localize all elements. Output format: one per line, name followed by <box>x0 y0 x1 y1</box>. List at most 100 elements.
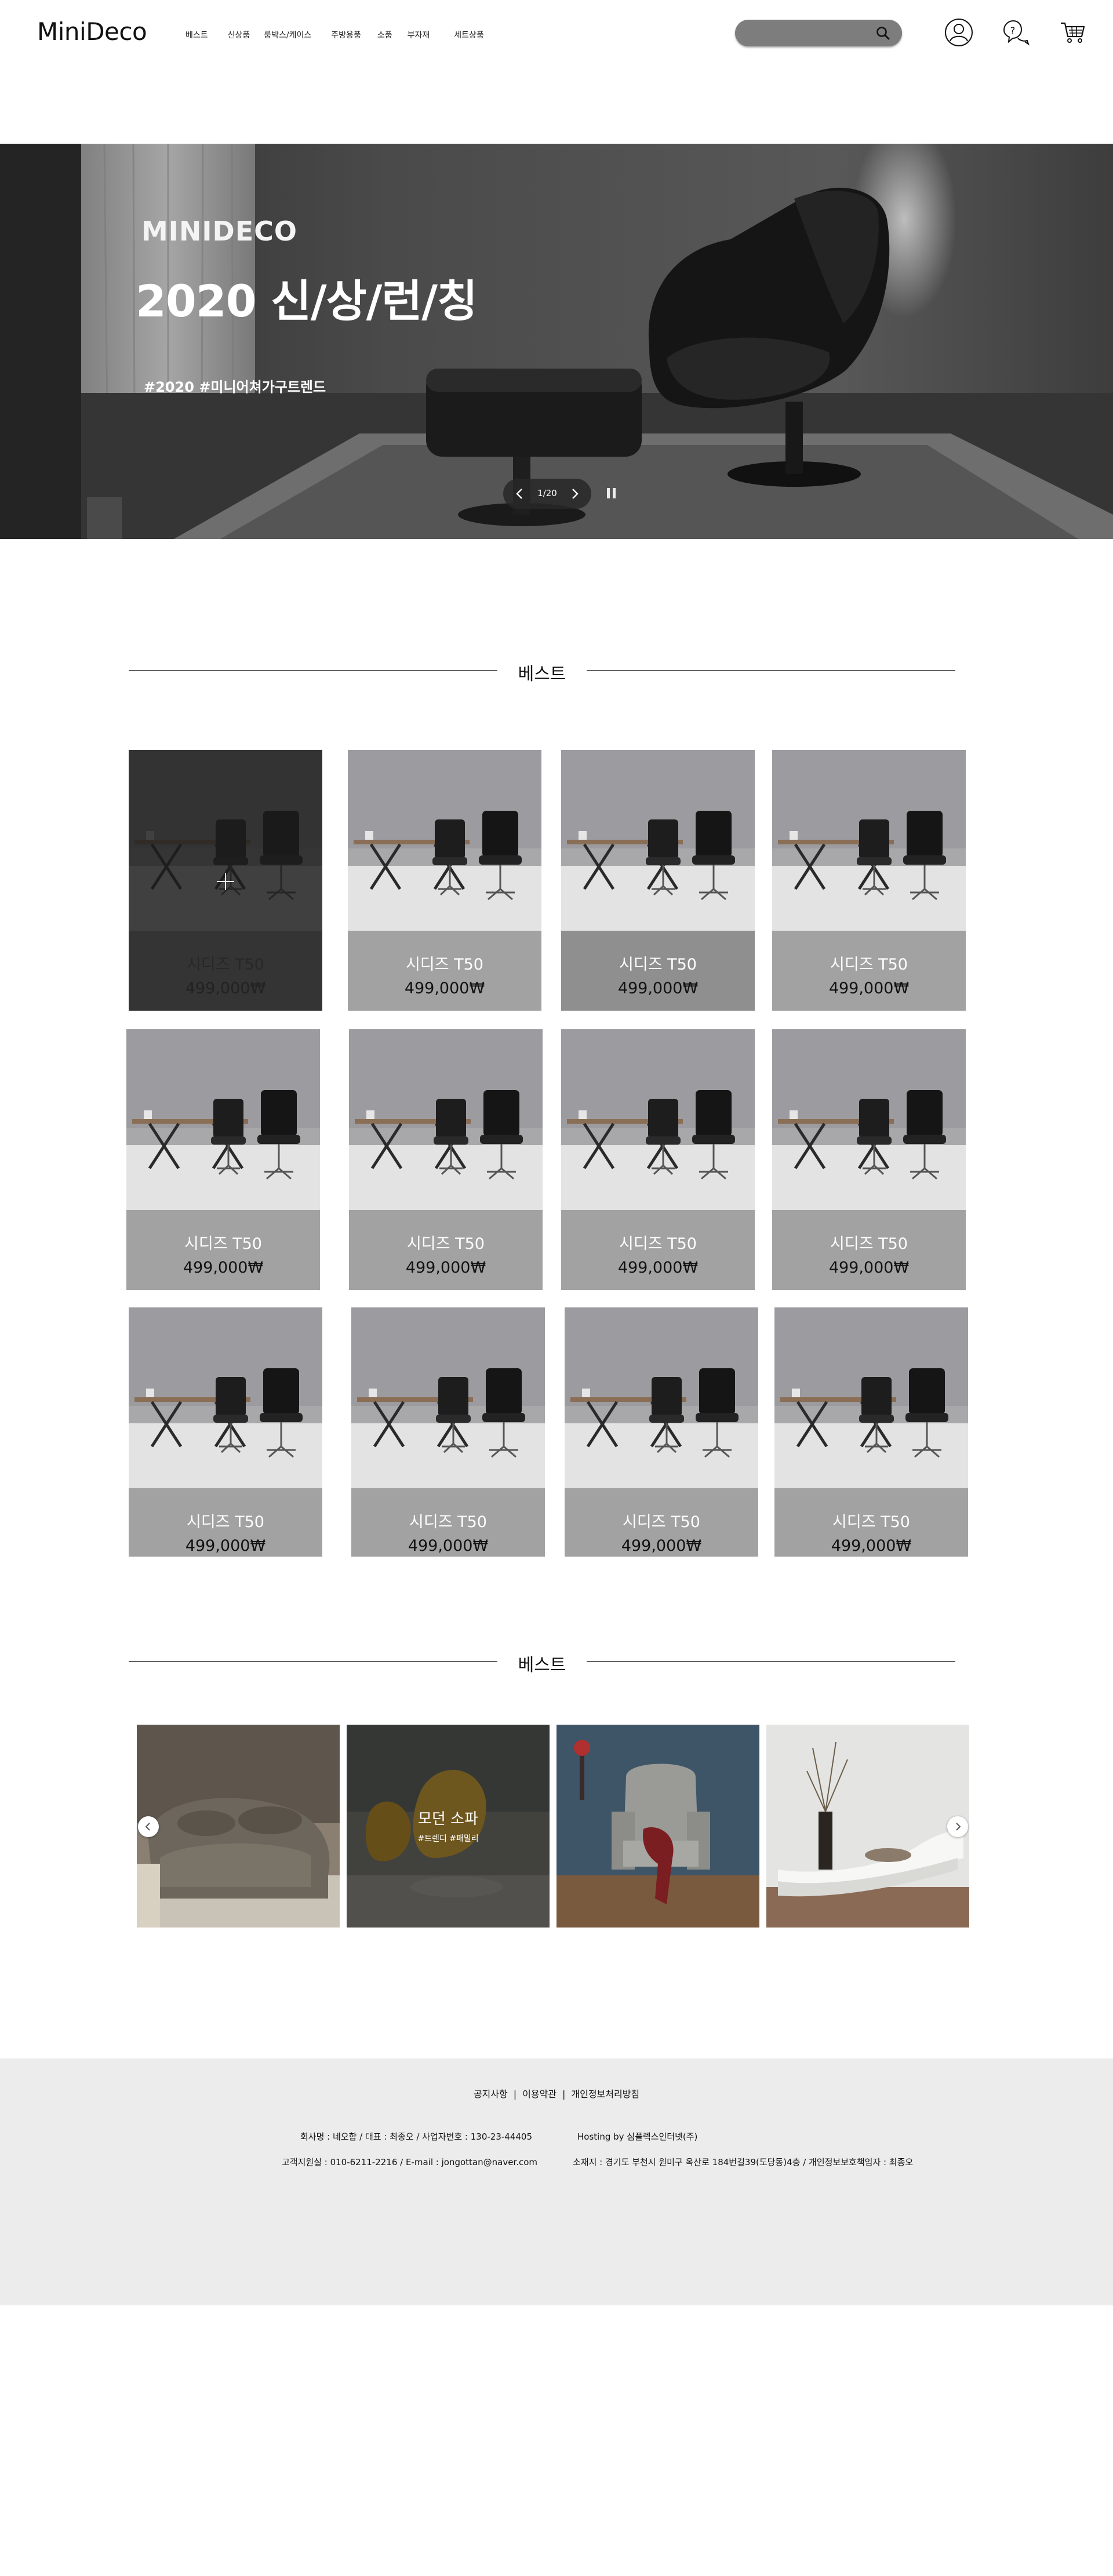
carousel-tile[interactable]: 모던 소파 #트렌디 #패밀리 <box>347 1725 550 1928</box>
product-price: 499,000₩ <box>405 1259 486 1277</box>
product-card[interactable]: 시디즈 T50 499,000₩ <box>561 750 755 1011</box>
search-bar <box>735 20 902 46</box>
office-chairs-image <box>772 1029 966 1210</box>
footer-link-privacy[interactable]: 개인정보처리방침 <box>571 2089 639 2100</box>
hero-tags: #2020 #미니어쳐가구트렌드 <box>144 379 326 395</box>
office-chairs-image <box>349 1029 543 1210</box>
carousel-next-button[interactable] <box>947 1816 968 1837</box>
product-info: 시디즈 T50 499,000₩ <box>772 931 966 1011</box>
nav-best[interactable]: 베스트 <box>186 29 208 41</box>
divider <box>587 1661 955 1662</box>
tile-title: 모던 소파 <box>418 1810 478 1828</box>
footer-link-notice[interactable]: 공지사항 <box>474 2089 508 2100</box>
nav-kitchen[interactable]: 주방용품 <box>331 29 361 41</box>
nav-sets[interactable]: 세트상품 <box>454 29 484 41</box>
footer-link-terms[interactable]: 이용약관 <box>522 2089 556 2100</box>
tile-tags: #트렌디 #패밀리 <box>417 1834 479 1843</box>
office-chairs-image <box>561 750 755 931</box>
hero-banner: MINIDECO 2020 신/상/런/칭 #2020 #미니어쳐가구트렌드 1… <box>0 144 1113 539</box>
divider <box>587 670 955 671</box>
divider <box>129 670 497 671</box>
hero-title: 2020 신/상/런/칭 <box>136 275 478 327</box>
product-card[interactable]: 시디즈 T50 499,000₩ <box>772 750 966 1011</box>
product-price: 499,000₩ <box>828 1259 910 1277</box>
footer-address: 소재지 : 경기도 부천시 원미구 옥산로 184번길39(도당동)4층 / 개… <box>573 2157 914 2167</box>
divider <box>129 1661 497 1662</box>
wingback-chair-image <box>556 1725 759 1928</box>
sofa-armchair-image <box>137 1725 340 1928</box>
product-card[interactable]: 시디즈 T50 499,000₩ <box>348 750 541 1011</box>
carousel-tile[interactable] <box>556 1725 759 1928</box>
product-name: 시디즈 T50 <box>409 1513 487 1531</box>
product-card[interactable]: 시디즈 T50499,000₩ <box>772 1029 966 1290</box>
product-name: 시디즈 T50 <box>619 956 697 974</box>
nav-materials[interactable]: 부자재 <box>408 29 430 41</box>
product-name: 시디즈 T50 <box>406 956 483 974</box>
product-price: 499,000₩ <box>408 1537 489 1555</box>
chevron-left-icon <box>145 1823 150 1831</box>
office-chairs-image <box>774 1307 968 1488</box>
product-price: 499,000₩ <box>828 979 910 997</box>
office-chairs-image <box>351 1307 545 1488</box>
product-name: 시디즈 T50 <box>832 1513 910 1531</box>
footer-links: 공지사항 | 이용약관 | 개인정보처리방침 <box>473 2089 640 2100</box>
product-card[interactable]: 시디즈 T50499,000₩ <box>129 1307 322 1557</box>
hero-brand: MINIDECO <box>141 216 297 247</box>
product-name: 시디즈 T50 <box>830 956 908 974</box>
office-chairs-image <box>565 1307 758 1488</box>
product-info: 시디즈 T50 499,000₩ <box>561 931 755 1011</box>
product-card[interactable]: 시디즈 T50 499,000₩ <box>349 1029 543 1290</box>
carousel-tile[interactable] <box>766 1725 969 1928</box>
product-price: 499,000₩ <box>183 1259 264 1277</box>
site-header: MiniDeco 베스트 신상품 룸박스/케이스 주방용품 소품 부자재 세트상… <box>0 0 1113 70</box>
main-nav: 베스트 신상품 룸박스/케이스 주방용품 소품 부자재 세트상품 <box>186 29 484 41</box>
chevron-right-icon[interactable] <box>567 486 582 501</box>
help-chat-icon[interactable]: ? <box>1001 17 1031 48</box>
product-price: 499,000₩ <box>617 1259 699 1277</box>
carousel-tile[interactable] <box>137 1725 340 1928</box>
nav-roombox[interactable]: 룸박스/케이스 <box>264 29 311 41</box>
product-card[interactable]: 시디즈 T50 499,000₩ <box>351 1307 545 1557</box>
search-icon[interactable] <box>875 25 890 41</box>
site-logo[interactable]: MiniDeco <box>37 17 147 46</box>
slider-control: 1/20 <box>503 479 591 509</box>
cart-icon[interactable] <box>1057 17 1087 48</box>
product-name: 시디즈 T50 <box>623 1513 700 1531</box>
product-info: 시디즈 T50 499,000₩ <box>129 1488 322 1557</box>
product-card[interactable]: 시디즈 T50 499,000₩ <box>561 1029 755 1290</box>
office-chairs-image <box>772 750 966 931</box>
product-price: 499,000₩ <box>404 979 485 997</box>
product-price: 499,000₩ <box>831 1537 912 1555</box>
product-card[interactable]: 시디즈 T50 499,000₩ <box>565 1307 758 1557</box>
footer-hosting: Hosting by 심플렉스인터넷(주) <box>577 2132 698 2142</box>
product-info: 시디즈 T50 499,000₩ <box>774 1488 968 1557</box>
product-name: 시디즈 T50 <box>184 1235 262 1253</box>
svg-text:?: ? <box>1010 25 1016 36</box>
product-card[interactable]: 시디즈 T50 499,000₩ <box>126 1029 320 1290</box>
product-info: 시디즈 T50 499,000₩ <box>349 1210 543 1290</box>
product-card[interactable]: 시디즈 T50499,000₩ <box>129 750 322 1011</box>
chevron-right-icon <box>956 1823 961 1831</box>
product-name: 시디즈 T50 <box>407 1235 485 1253</box>
user-icon[interactable] <box>944 17 974 48</box>
product-price: 499,000₩ <box>617 979 699 997</box>
plus-icon[interactable] <box>216 872 235 891</box>
footer-contact: 고객지원실 : 010-6211-2216 / E-mail : jongott… <box>282 2157 538 2167</box>
carousel-prev-button[interactable] <box>138 1816 159 1837</box>
section-title: 베스트 <box>518 1655 566 1675</box>
product-info: 시디즈 T50 499,000₩ <box>351 1488 545 1557</box>
product-info: 시디즈 T50 499,000₩ <box>348 931 541 1011</box>
product-card[interactable]: 시디즈 T50 499,000₩ <box>774 1307 968 1557</box>
product-price: 499,000₩ <box>185 1537 266 1555</box>
nav-new[interactable]: 신상품 <box>228 29 250 41</box>
product-price: 499,000₩ <box>621 1537 702 1555</box>
office-chairs-image <box>348 750 541 931</box>
site-footer: 공지사항 | 이용약관 | 개인정보처리방침 회사명 : 네오함 / 대표 : 최종오 … <box>0 2058 1113 2305</box>
product-name: 시디즈 T50 <box>619 1235 697 1253</box>
pause-icon[interactable] <box>605 487 618 500</box>
nav-props[interactable]: 소품 <box>377 29 392 41</box>
search-input[interactable] <box>745 24 867 41</box>
section-title: 베스트 <box>518 664 566 684</box>
office-chairs-image <box>129 1307 322 1488</box>
product-info: 시디즈 T50 499,000₩ <box>561 1210 755 1290</box>
